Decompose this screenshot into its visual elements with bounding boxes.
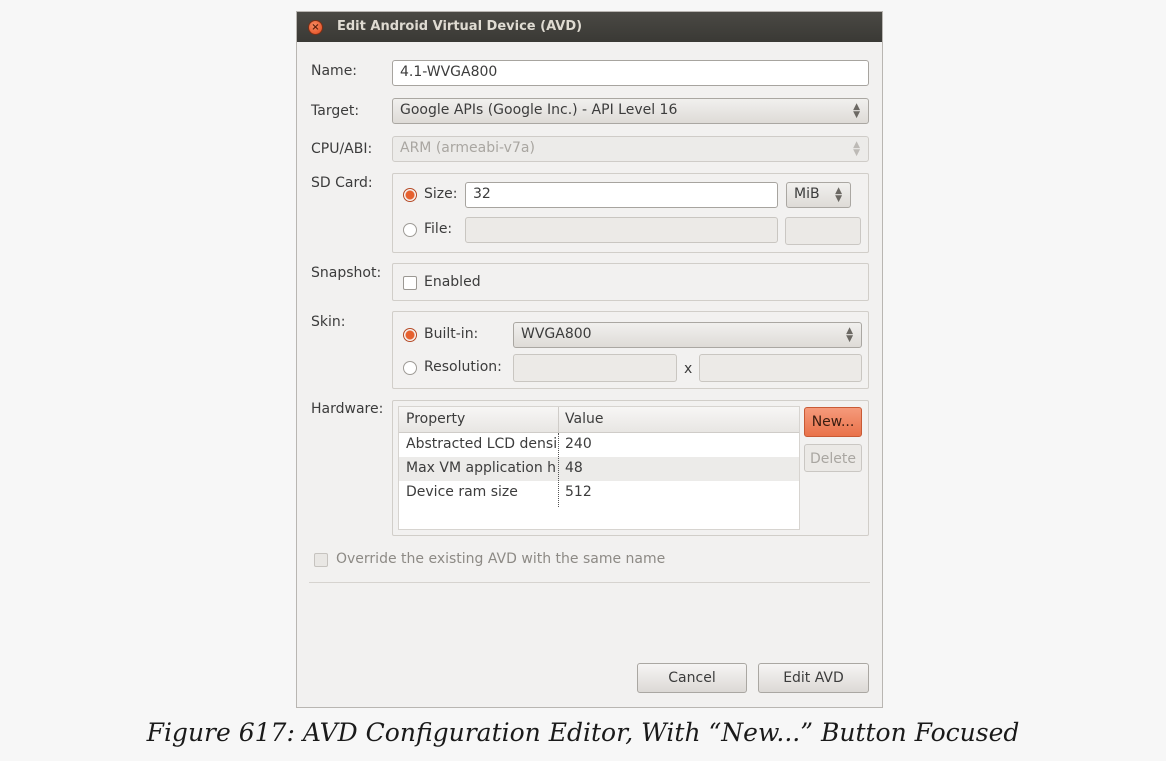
- cpu-abi-select[interactable]: ARM (armeabi-v7a) ▲ ▼: [392, 136, 869, 162]
- new-button[interactable]: New...: [804, 407, 862, 437]
- sdcard-file-radio[interactable]: [403, 223, 417, 237]
- skin-resolution-label: Resolution:: [424, 359, 502, 375]
- sdcard-file-field[interactable]: [465, 217, 778, 243]
- name-field[interactable]: 4.1-WVGA800: [392, 60, 869, 86]
- skin-builtin-label: Built-in:: [424, 326, 479, 342]
- target-label: Target:: [311, 103, 360, 119]
- sdcard-size-label: Size:: [424, 186, 458, 202]
- skin-builtin-value: WVGA800: [521, 326, 592, 342]
- snapshot-enabled-checkbox[interactable]: [403, 276, 417, 290]
- window-title: Edit Android Virtual Device (AVD): [337, 19, 583, 34]
- hardware-table-header: Property Value: [399, 407, 799, 433]
- divider: [309, 582, 870, 583]
- skin-label: Skin:: [311, 314, 346, 330]
- chevron-updown-icon: ▲ ▼: [846, 326, 853, 344]
- column-divider: [558, 433, 559, 507]
- figure-caption: Figure 617: AVD Configuration Editor, Wi…: [146, 718, 1020, 747]
- chevron-updown-icon: ▲ ▼: [835, 186, 842, 204]
- table-cell-value: 48: [565, 460, 583, 476]
- table-cell-property: Max VM application h: [406, 460, 556, 476]
- snapshot-enabled-label: Enabled: [424, 274, 481, 290]
- hardware-label: Hardware:: [311, 401, 384, 417]
- sdcard-size-radio[interactable]: [403, 188, 417, 202]
- close-icon[interactable]: ×: [308, 20, 323, 35]
- override-checkbox[interactable]: [314, 553, 328, 567]
- table-cell-value: 240: [565, 436, 592, 452]
- table-cell-property: Abstracted LCD densi: [406, 436, 556, 452]
- chevron-updown-icon: ▲ ▼: [853, 102, 860, 120]
- column-divider: [558, 407, 559, 433]
- browse-button[interactable]: [785, 217, 861, 245]
- table-row[interactable]: Abstracted LCD densi 240: [399, 433, 799, 457]
- sdcard-unit-select[interactable]: MiB ▲ ▼: [786, 182, 851, 208]
- delete-button[interactable]: Delete: [804, 444, 862, 472]
- cpu-abi-label: CPU/ABI:: [311, 141, 373, 157]
- sdcard-label: SD Card:: [311, 175, 373, 191]
- override-label: Override the existing AVD with the same …: [336, 551, 666, 567]
- title-bar: × Edit Android Virtual Device (AVD): [297, 12, 882, 42]
- resolution-x-label: x: [684, 361, 693, 377]
- table-row[interactable]: Device ram size 512: [399, 481, 799, 505]
- resolution-width-field[interactable]: [513, 354, 677, 382]
- table-cell-value: 512: [565, 484, 592, 500]
- cancel-button[interactable]: Cancel: [637, 663, 747, 693]
- table-cell-property: Device ram size: [406, 484, 518, 500]
- resolution-height-field[interactable]: [699, 354, 862, 382]
- cpu-abi-select-value: ARM (armeabi-v7a): [400, 140, 535, 156]
- target-select[interactable]: Google APIs (Google Inc.) - API Level 16…: [392, 98, 869, 124]
- skin-resolution-radio[interactable]: [403, 361, 417, 375]
- column-header-value[interactable]: Value: [565, 411, 603, 427]
- skin-builtin-radio[interactable]: [403, 328, 417, 342]
- snapshot-label: Snapshot:: [311, 265, 382, 281]
- sdcard-unit-value: MiB: [794, 186, 820, 202]
- avd-editor-dialog: × Edit Android Virtual Device (AVD) Name…: [296, 11, 883, 708]
- chevron-updown-icon: ▲ ▼: [853, 140, 860, 158]
- sdcard-file-label: File:: [424, 221, 453, 237]
- name-label: Name:: [311, 63, 358, 79]
- table-row[interactable]: Max VM application h 48: [399, 457, 799, 481]
- hardware-table[interactable]: Property Value Abstracted LCD densi 240 …: [398, 406, 800, 530]
- sdcard-size-field[interactable]: 32: [465, 182, 778, 208]
- column-header-property[interactable]: Property: [406, 411, 465, 427]
- edit-avd-button[interactable]: Edit AVD: [758, 663, 869, 693]
- target-select-value: Google APIs (Google Inc.) - API Level 16: [400, 102, 678, 118]
- skin-builtin-select[interactable]: WVGA800 ▲ ▼: [513, 322, 862, 348]
